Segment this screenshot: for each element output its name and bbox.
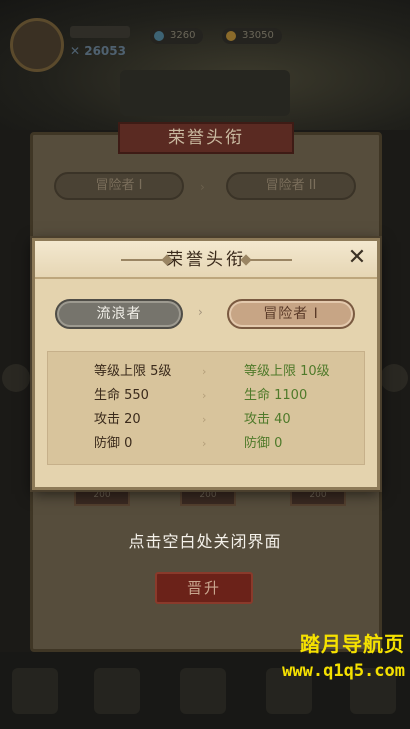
background-rank-next: 冒险者 II [226, 172, 356, 200]
nav-tab-3[interactable] [180, 668, 226, 714]
stat-current: 生命 550 [94, 388, 149, 403]
stat-next: 等级上限 10级 [244, 364, 330, 379]
watermark-title: 踏月导航页 [300, 632, 405, 656]
stat-current: 等级上限 5级 [94, 364, 172, 379]
nav-tab-1[interactable] [12, 668, 58, 714]
coin-icon [226, 31, 236, 41]
background-arrow-icon: › [200, 180, 205, 194]
stat-row-defense: 防御 0 › 防御 0 [48, 434, 366, 454]
stat-next: 攻击 40 [244, 412, 291, 427]
resource-gold[interactable]: 33050 [222, 28, 282, 44]
hero-banner [120, 70, 290, 116]
title-ornament-left [121, 259, 169, 261]
background-rank-current: 冒险者 I [54, 172, 184, 200]
dialog-body: 流浪者 › 冒险者 I 等级上限 5级 › 等级上限 10级 生命 550 › … [35, 279, 377, 487]
close-icon[interactable]: ✕ [345, 247, 369, 271]
side-button-right[interactable] [380, 364, 408, 392]
stats-comparison-panel: 等级上限 5级 › 等级上限 10级 生命 550 › 生命 1100 攻击 2… [47, 351, 365, 465]
rank-arrow-icon: › [198, 305, 203, 319]
stat-next: 防御 0 [244, 436, 283, 451]
promote-button[interactable]: 晋升 [155, 572, 253, 604]
watermark-url: www.q1q5.com [282, 661, 405, 681]
stat-current: 防御 0 [94, 436, 133, 451]
stat-row-attack: 攻击 20 › 攻击 40 [48, 410, 366, 430]
current-rank-label: 流浪者 [96, 306, 142, 322]
nav-tab-2[interactable] [94, 668, 140, 714]
stat-row-hp: 生命 550 › 生命 1100 [48, 386, 366, 406]
title-ornament-right [244, 259, 292, 261]
resource-gem[interactable]: 3260 [150, 28, 204, 44]
stat-next: 生命 1100 [244, 388, 308, 403]
next-rank-label: 冒险者 I [263, 306, 319, 322]
next-rank-badge: 冒险者 I [227, 299, 355, 329]
gem-icon [154, 31, 164, 41]
background-panel-title: 荣誉头衔 [118, 122, 294, 154]
stat-arrow-icon: › [202, 437, 207, 450]
player-power: ✕ 26053 [70, 44, 126, 58]
dialog-title: 荣誉头衔 [166, 250, 246, 270]
stat-arrow-icon: › [202, 413, 207, 426]
player-name [70, 26, 130, 38]
honor-title-dialog: 荣誉头衔 ✕ 流浪者 › 冒险者 I 等级上限 5级 › 等级上限 10级 生命… [32, 238, 380, 490]
dialog-header: 荣誉头衔 ✕ [35, 241, 377, 279]
player-avatar[interactable] [10, 18, 64, 72]
stat-row-level-cap: 等级上限 5级 › 等级上限 10级 [48, 362, 366, 382]
tap-outside-hint: 点击空白处关闭界面 [128, 532, 282, 551]
watermark: 踏月导航页 www.q1q5.com [225, 630, 405, 684]
side-button-left[interactable] [2, 364, 30, 392]
stat-current: 攻击 20 [94, 412, 141, 427]
stat-arrow-icon: › [202, 365, 207, 378]
current-rank-badge: 流浪者 [55, 299, 183, 329]
stat-arrow-icon: › [202, 389, 207, 402]
